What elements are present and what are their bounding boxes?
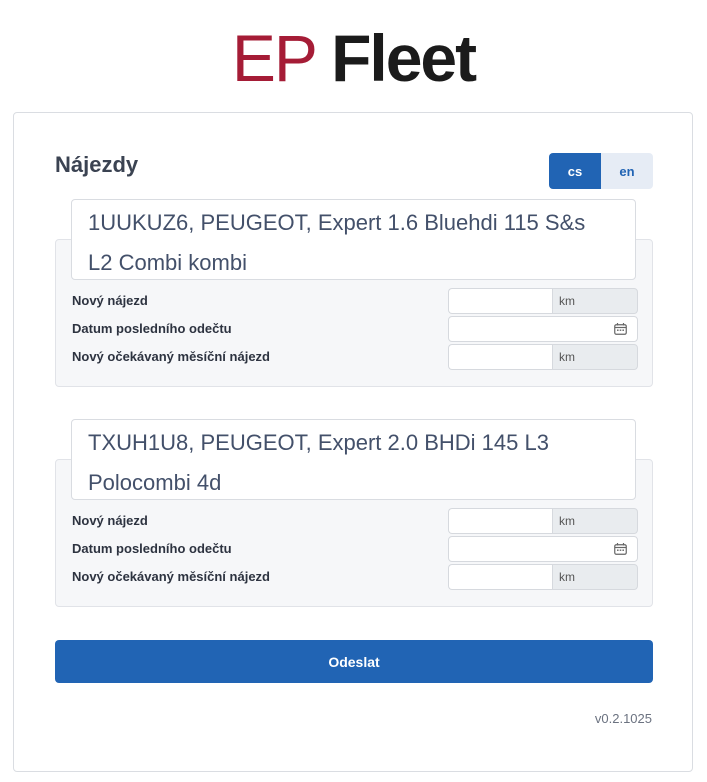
expected-monthly-row: Nový očekávaný měsíční nájezd km bbox=[72, 564, 638, 590]
page-title: Nájezdy bbox=[55, 152, 139, 177]
lang-en-button[interactable]: en bbox=[601, 153, 653, 189]
last-reading-date-input[interactable] bbox=[448, 316, 638, 342]
mileage-form-card: Nájezdy cs en Nový nájezd km Datum posle… bbox=[13, 112, 693, 772]
km-unit-addon: km bbox=[552, 288, 638, 314]
new-mileage-input[interactable] bbox=[448, 508, 552, 534]
last-reading-date-row: Datum posledního odečtu bbox=[72, 536, 638, 562]
new-mileage-label: Nový nájezd bbox=[72, 293, 148, 308]
logo-ep: EP bbox=[231, 21, 317, 95]
lang-cs-button[interactable]: cs bbox=[549, 153, 601, 189]
calendar-icon[interactable] bbox=[614, 543, 627, 555]
new-mileage-input[interactable] bbox=[448, 288, 552, 314]
new-mileage-row: Nový nájezd km bbox=[72, 508, 638, 534]
vehicle-name-line2: L2 Combi kombi bbox=[88, 250, 247, 275]
last-reading-date-row: Datum posledního odečtu bbox=[72, 316, 638, 342]
vehicle-name-line2: Polocombi 4d bbox=[88, 470, 222, 495]
expected-monthly-input[interactable] bbox=[448, 564, 552, 590]
new-mileage-row: Nový nájezd km bbox=[72, 288, 638, 314]
logo-fleet: Fleet bbox=[331, 21, 477, 95]
expected-monthly-label: Nový očekávaný měsíční nájezd bbox=[72, 349, 270, 364]
last-reading-date-label: Datum posledního odečtu bbox=[72, 541, 232, 556]
km-unit-addon: km bbox=[552, 344, 638, 370]
vehicle-name-line1: 1UUKUZ6, PEUGEOT, Expert 1.6 Bluehdi 115… bbox=[88, 210, 586, 235]
logo: EP Fleet bbox=[0, 22, 707, 94]
vehicle-name-box: TXUH1U8, PEUGEOT, Expert 2.0 BHDi 145 L3… bbox=[71, 419, 636, 500]
km-unit-addon: km bbox=[552, 508, 638, 534]
calendar-icon[interactable] bbox=[614, 323, 627, 335]
km-unit-addon: km bbox=[552, 564, 638, 590]
expected-monthly-row: Nový očekávaný měsíční nájezd km bbox=[72, 344, 638, 370]
vehicle-name-box: 1UUKUZ6, PEUGEOT, Expert 1.6 Bluehdi 115… bbox=[71, 199, 636, 280]
last-reading-date-label: Datum posledního odečtu bbox=[72, 321, 232, 336]
language-switch: cs en bbox=[549, 153, 653, 189]
version-label: v0.2.1025 bbox=[594, 711, 652, 726]
vehicle-name-line1: TXUH1U8, PEUGEOT, Expert 2.0 BHDi 145 L3 bbox=[88, 430, 549, 455]
submit-button[interactable]: Odeslat bbox=[55, 640, 653, 683]
expected-monthly-input[interactable] bbox=[448, 344, 552, 370]
expected-monthly-label: Nový očekávaný měsíční nájezd bbox=[72, 569, 270, 584]
new-mileage-label: Nový nájezd bbox=[72, 513, 148, 528]
last-reading-date-input[interactable] bbox=[448, 536, 638, 562]
